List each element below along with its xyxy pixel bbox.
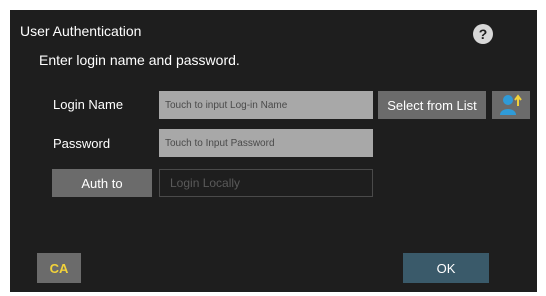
auth-to-button[interactable]: Auth to — [52, 169, 152, 197]
select-from-list-button[interactable]: Select from List — [378, 91, 486, 119]
user-upload-icon — [500, 94, 522, 115]
login-name-label: Login Name — [53, 97, 124, 112]
ok-button[interactable]: OK — [403, 253, 489, 283]
login-name-field[interactable]: Touch to input Log-in Name — [159, 91, 373, 119]
auth-to-value: Login Locally — [159, 169, 373, 197]
user-list-button[interactable] — [492, 91, 530, 119]
help-icon[interactable]: ? — [473, 24, 493, 44]
ca-button[interactable]: CA — [37, 253, 81, 283]
help-glyph: ? — [478, 26, 488, 42]
password-field[interactable]: Touch to Input Password — [159, 129, 373, 157]
instruction-text: Enter login name and password. — [39, 52, 240, 68]
user-authentication-dialog: User Authentication ? Enter login name a… — [10, 10, 537, 292]
password-label: Password — [53, 136, 111, 151]
dialog-title: User Authentication — [20, 23, 142, 39]
